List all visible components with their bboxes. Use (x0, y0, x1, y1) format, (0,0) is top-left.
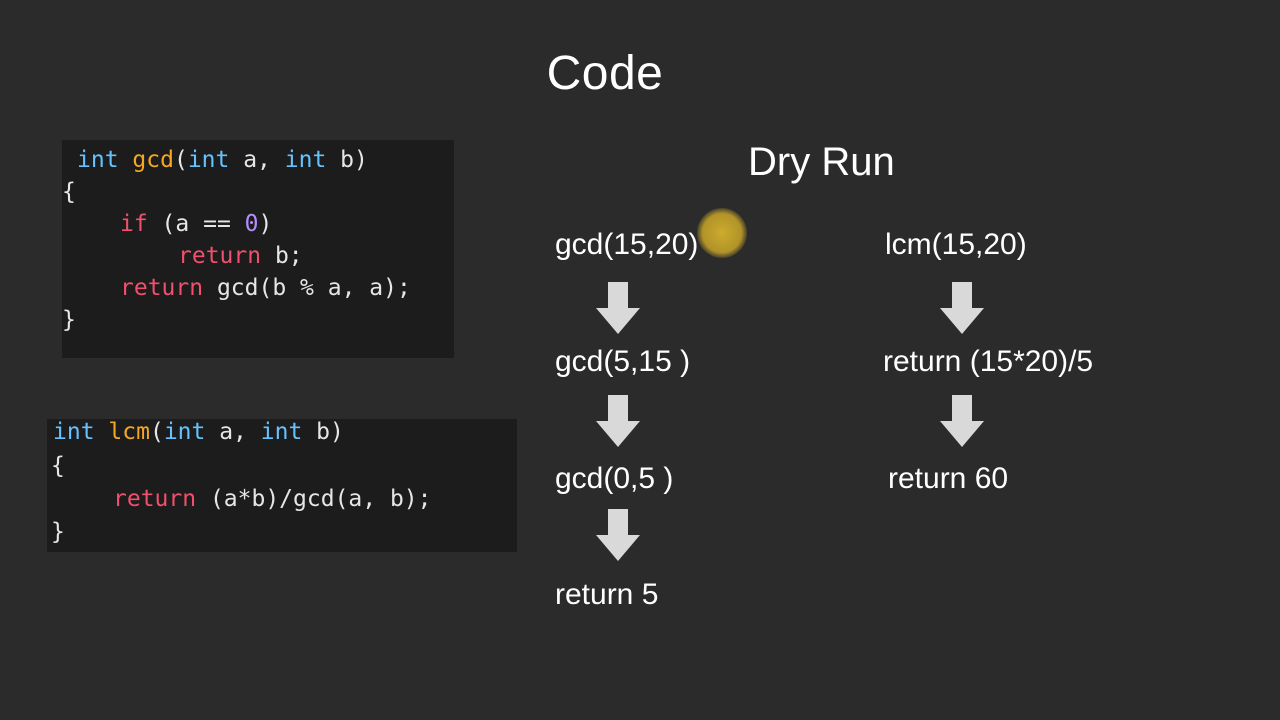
code-number: 0 (244, 211, 259, 237)
code-token: return (113, 486, 197, 512)
code-token: int (260, 419, 303, 445)
code-line: { (51, 453, 65, 479)
code-token: ( (149, 419, 164, 445)
code-line: if (a == 0) (120, 208, 272, 240)
code-token: int (187, 147, 230, 173)
code-token: (a*b)/gcd(a, b); (196, 486, 432, 512)
code-line: { (62, 179, 76, 205)
code-token: gcd(b % a, a); (203, 275, 411, 301)
code-line: return gcd(b % a, a); (120, 272, 411, 304)
down-arrow-icon (596, 509, 640, 561)
code-token: return (120, 275, 204, 301)
gcd-step: gcd(15,20) (555, 228, 699, 261)
code-line: } (51, 519, 65, 545)
gcd-step: return 5 (555, 578, 659, 611)
lcm-step: lcm(15,20) (885, 228, 1027, 261)
code-token: a, (229, 147, 285, 173)
code-line: int gcd(int a, int b) (77, 144, 368, 176)
gcd-step: gcd(0,5 ) (555, 462, 674, 495)
code-token: int (163, 419, 206, 445)
dry-run-title: Dry Run (748, 140, 895, 184)
code-token: (a == (147, 211, 245, 237)
code-token: int (53, 419, 95, 445)
code-line: int lcm(int a, int b) (53, 416, 344, 448)
gcd-step: gcd(5,15 ) (555, 345, 691, 378)
code-token: b) (326, 147, 368, 173)
down-arrow-icon (940, 395, 984, 447)
code-function-name: lcm (108, 419, 150, 445)
code-token: if (120, 211, 148, 237)
code-line: return b; (178, 240, 303, 272)
code-token: b) (302, 419, 344, 445)
code-token: b; (261, 243, 303, 269)
code-token: return (178, 243, 262, 269)
down-arrow-icon (596, 395, 640, 447)
lcm-step: return 60 (888, 462, 1009, 495)
code-token: ) (258, 211, 273, 237)
cursor-highlight (697, 208, 747, 258)
code-line: } (62, 307, 76, 333)
code-function-name: gcd (132, 147, 174, 173)
lcm-step: return (15*20)/5 (883, 345, 1094, 378)
code-token: ( (173, 147, 188, 173)
gcd-code-block: int gcd(int a, int b) { if (a == 0) retu… (62, 140, 454, 358)
down-arrow-icon (596, 282, 640, 334)
down-arrow-icon (940, 282, 984, 334)
code-token: int (77, 147, 119, 173)
code-token: int (284, 147, 327, 173)
lcm-code-block: int lcm(int a, int b) { return (a*b)/gcd… (47, 419, 517, 552)
code-line: return (a*b)/gcd(a, b); (113, 483, 432, 515)
code-token: a, (205, 419, 261, 445)
page-title: Code (546, 47, 664, 100)
